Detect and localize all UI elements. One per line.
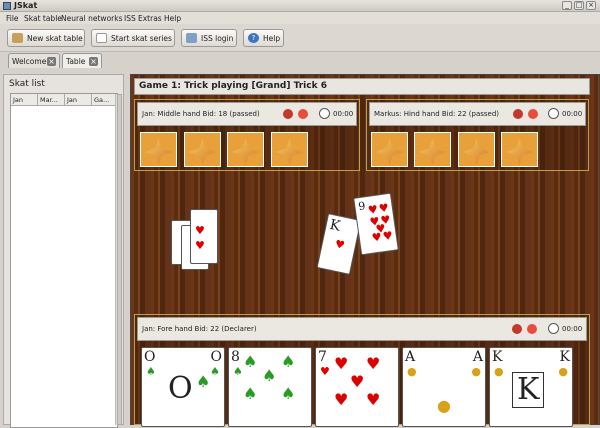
column-header[interactable]: Jan bbox=[65, 94, 92, 106]
timer: 00:00 bbox=[562, 110, 583, 118]
hand-card-ober-leaf[interactable]: O O ♠ ♠ O ♠ bbox=[141, 347, 225, 427]
clock-icon bbox=[548, 108, 559, 119]
minimize-icon[interactable]: _ bbox=[562, 1, 572, 10]
opponent-panel-left: Jan: Middle hand Bid: 18 (passed) 00:00 bbox=[134, 99, 360, 171]
close-tab-icon[interactable]: × bbox=[89, 57, 98, 66]
menu-bar: File Skat table Neural networks ISS Extr… bbox=[0, 12, 600, 24]
title-bar: JSkat _ □ × bbox=[0, 0, 600, 12]
opponent-info-bar: Jan: Middle hand Bid: 18 (passed) 00:00 bbox=[137, 102, 357, 126]
help-icon: ? bbox=[248, 33, 259, 43]
player-info-bar: Jan: Fore hand Bid: 22 (Declarer) 00:00 bbox=[137, 317, 587, 341]
scrollbar-thumb[interactable] bbox=[117, 94, 122, 425]
close-window-icon[interactable]: × bbox=[586, 1, 596, 10]
card-back bbox=[501, 132, 538, 167]
iss-login-button[interactable]: ISS login bbox=[181, 29, 237, 47]
tab-strip: Welcome × Table × bbox=[0, 52, 600, 68]
trick-card-9: 9 ♥ ♥ ♥ ♥ ♥ ♥ ♥ bbox=[353, 192, 399, 256]
toolbar: New skat table Start skat series ISS log… bbox=[0, 24, 600, 52]
ober-figure: O bbox=[168, 371, 193, 406]
hand-card-8-leaf[interactable]: 8 ♠ ♠ ♠ ♠ ♠ ♠ bbox=[228, 347, 312, 427]
stop-icon bbox=[512, 324, 522, 334]
menu-extras[interactable]: Extras bbox=[138, 14, 162, 23]
stop-icon bbox=[283, 109, 293, 119]
heart-icon: ♥ bbox=[333, 237, 346, 253]
window-title: JSkat bbox=[14, 1, 38, 10]
card-back bbox=[271, 132, 308, 167]
skat-list-panel: Skat list Jan Mar... Jan Ga... bbox=[3, 74, 124, 428]
hand-card-king-bell[interactable]: K K ● ● K bbox=[489, 347, 573, 427]
skat-list-scrollbar[interactable] bbox=[115, 94, 122, 425]
opponent-info-bar: Markus: Hind hand Bid: 22 (passed) 00:00 bbox=[369, 102, 586, 126]
opponent-panel-right: Markus: Hind hand Bid: 22 (passed) 00:00 bbox=[366, 99, 589, 171]
column-header[interactable]: Jan bbox=[11, 94, 38, 106]
king-figure: K bbox=[512, 372, 545, 408]
card-back bbox=[184, 132, 221, 167]
new-skat-table-button[interactable]: New skat table bbox=[7, 29, 85, 47]
menu-skat-table[interactable]: Skat table bbox=[24, 14, 62, 23]
table-icon bbox=[12, 33, 23, 43]
timer: 00:00 bbox=[562, 325, 583, 333]
menu-neural-networks[interactable]: Neural networks bbox=[61, 14, 123, 23]
close-tab-icon[interactable]: × bbox=[47, 57, 56, 66]
start-skat-series-button[interactable]: Start skat series bbox=[91, 29, 175, 47]
skat-list-title: Skat list bbox=[9, 79, 45, 89]
menu-file[interactable]: File bbox=[6, 14, 19, 23]
column-header[interactable]: Mar... bbox=[38, 94, 65, 106]
menu-help[interactable]: Help bbox=[164, 14, 181, 23]
login-icon bbox=[186, 33, 197, 43]
played-card-stack: ♥ ♥ bbox=[190, 209, 218, 264]
skat-list-table[interactable]: Jan Mar... Jan Ga... bbox=[10, 93, 119, 428]
cards-icon bbox=[96, 33, 107, 43]
tab-welcome[interactable]: Welcome × bbox=[8, 53, 60, 68]
hand-card-ace-bell[interactable]: A A ● ● ● bbox=[402, 347, 486, 427]
timer: 00:00 bbox=[333, 110, 354, 118]
stop-icon bbox=[513, 109, 523, 119]
card-back bbox=[458, 132, 495, 167]
app-icon bbox=[3, 2, 11, 10]
cancel-icon bbox=[528, 109, 538, 119]
menu-iss[interactable]: ISS bbox=[124, 14, 136, 23]
cancel-icon bbox=[527, 324, 537, 334]
card-back bbox=[414, 132, 451, 167]
card-back bbox=[227, 132, 264, 167]
opponent-info: Markus: Hind hand Bid: 22 (passed) bbox=[374, 110, 500, 118]
card-back bbox=[371, 132, 408, 167]
clock-icon bbox=[548, 323, 559, 334]
player-panel: Jan: Fore hand Bid: 22 (Declarer) 00:00 … bbox=[134, 314, 590, 427]
help-button[interactable]: ? Help bbox=[243, 29, 284, 47]
player-info: Jan: Fore hand Bid: 22 (Declarer) bbox=[142, 325, 257, 333]
maximize-icon[interactable]: □ bbox=[574, 1, 584, 10]
hand-card-7-heart[interactable]: 7 ♥ ♥ ♥ ♥ ♥ ♥ bbox=[315, 347, 399, 427]
game-title: Game 1: Trick playing [Grand] Trick 6 bbox=[134, 78, 590, 95]
card-back bbox=[140, 132, 177, 167]
opponent-info: Jan: Middle hand Bid: 18 (passed) bbox=[142, 110, 260, 118]
clock-icon bbox=[319, 108, 330, 119]
cancel-icon bbox=[298, 109, 308, 119]
bell-icon: ● bbox=[437, 396, 451, 415]
tab-table[interactable]: Table × bbox=[62, 53, 102, 68]
